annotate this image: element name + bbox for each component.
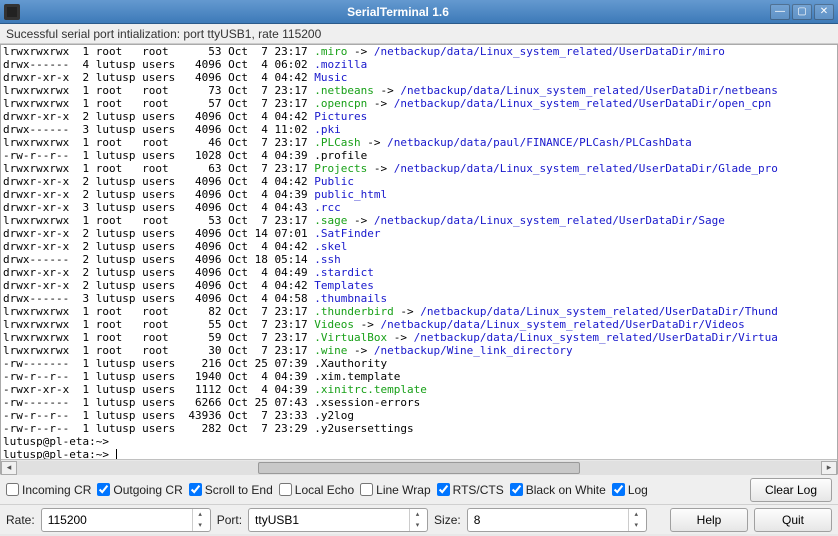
titlebar: SerialTerminal 1.6 — ▢ ✕ <box>0 0 838 24</box>
port-label: Port: <box>217 513 242 527</box>
options-toolbar: Incoming CR Outgoing CR Scroll to End Lo… <box>0 474 838 504</box>
black-on-white-checkbox[interactable]: Black on White <box>510 483 606 497</box>
outgoing-cr-checkbox[interactable]: Outgoing CR <box>97 483 182 497</box>
scroll-right-icon[interactable]: ▸ <box>821 461 837 475</box>
rate-input[interactable] <box>42 511 192 529</box>
size-label: Size: <box>434 513 461 527</box>
scroll-left-icon[interactable]: ◂ <box>1 461 17 475</box>
minimize-button[interactable]: — <box>770 4 790 20</box>
port-input[interactable] <box>249 511 409 529</box>
chevron-down-icon[interactable]: ▾ <box>629 520 644 531</box>
rts-cts-checkbox[interactable]: RTS/CTS <box>437 483 504 497</box>
incoming-cr-checkbox[interactable]: Incoming CR <box>6 483 91 497</box>
local-echo-checkbox[interactable]: Local Echo <box>279 483 354 497</box>
terminal-output[interactable]: lrwxrwxrwx 1 root root 53 Oct 7 23:17 .m… <box>1 45 837 459</box>
scroll-to-end-checkbox[interactable]: Scroll to End <box>189 483 273 497</box>
scroll-thumb[interactable] <box>258 462 580 474</box>
connection-toolbar: Rate: ▴▾ Port: ▴▾ Size: ▴▾ Help Quit <box>0 504 838 534</box>
app-icon <box>4 4 20 20</box>
line-wrap-checkbox[interactable]: Line Wrap <box>360 483 430 497</box>
maximize-button[interactable]: ▢ <box>792 4 812 20</box>
size-input[interactable] <box>468 511 628 529</box>
size-combo[interactable]: ▴▾ <box>467 508 647 532</box>
help-button[interactable]: Help <box>670 508 748 532</box>
scroll-track[interactable] <box>17 461 821 475</box>
port-combo[interactable]: ▴▾ <box>248 508 428 532</box>
horizontal-scrollbar[interactable]: ◂ ▸ <box>1 459 837 475</box>
chevron-down-icon[interactable]: ▾ <box>410 520 425 531</box>
chevron-down-icon[interactable]: ▾ <box>193 520 208 531</box>
clear-log-button[interactable]: Clear Log <box>750 478 832 502</box>
log-checkbox[interactable]: Log <box>612 483 648 497</box>
rate-label: Rate: <box>6 513 35 527</box>
chevron-up-icon[interactable]: ▴ <box>193 509 208 520</box>
rate-combo[interactable]: ▴▾ <box>41 508 211 532</box>
close-button[interactable]: ✕ <box>814 4 834 20</box>
window-title: SerialTerminal 1.6 <box>26 5 770 19</box>
terminal-pane[interactable]: lrwxrwxrwx 1 root root 53 Oct 7 23:17 .m… <box>0 44 838 474</box>
status-bar: Sucessful serial port intialization: por… <box>0 24 838 44</box>
chevron-up-icon[interactable]: ▴ <box>410 509 425 520</box>
status-text: Sucessful serial port intialization: por… <box>6 27 321 41</box>
quit-button[interactable]: Quit <box>754 508 832 532</box>
chevron-up-icon[interactable]: ▴ <box>629 509 644 520</box>
